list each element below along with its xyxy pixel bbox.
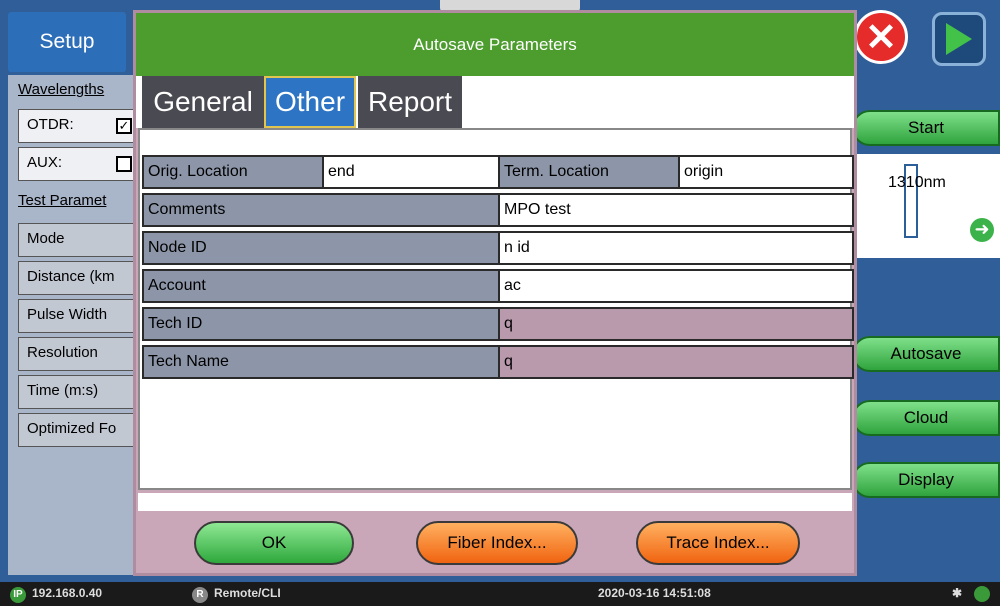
ip-status: IP 192.168.0.40 bbox=[10, 586, 102, 603]
start-button[interactable]: Start bbox=[852, 110, 1000, 146]
tab-other[interactable]: Other bbox=[264, 76, 356, 128]
cloud-button[interactable]: Cloud bbox=[852, 400, 1000, 436]
comments-row: Comments MPO test bbox=[142, 193, 854, 227]
fields-panel: Orig. Location end Term. Location origin… bbox=[138, 128, 854, 490]
close-icon[interactable]: ✕ bbox=[854, 10, 908, 64]
bluetooth-icon: ✱ bbox=[952, 586, 963, 600]
optimized-row[interactable]: Optimized Fo bbox=[18, 413, 144, 447]
right-controls: ✕ Start 1310nm ➜ Autosave Cloud Display bbox=[852, 0, 1000, 580]
pulse-width-row[interactable]: Pulse Width bbox=[18, 299, 144, 333]
dialog-footer-strip bbox=[138, 493, 852, 511]
remote-status: R Remote/CLI bbox=[192, 586, 281, 603]
location-row: Orig. Location end Term. Location origin bbox=[142, 155, 854, 189]
account-field[interactable]: ac bbox=[498, 269, 854, 303]
network-icon bbox=[974, 586, 990, 605]
left-settings-panel: Wavelengths OTDR: ✓ AUX: Test Paramet Mo… bbox=[8, 75, 144, 575]
next-arrow-icon[interactable] bbox=[932, 12, 986, 66]
orig-location-label: Orig. Location bbox=[142, 155, 324, 189]
node-id-field[interactable]: n id bbox=[498, 231, 854, 265]
tech-name-label: Tech Name bbox=[142, 345, 500, 379]
fiber-index-button[interactable]: Fiber Index... bbox=[416, 521, 578, 565]
remote-icon: R bbox=[192, 587, 208, 603]
display-button[interactable]: Display bbox=[852, 462, 1000, 498]
wavelengths-heading: Wavelengths bbox=[18, 81, 105, 98]
dialog-title: Autosave Parameters bbox=[136, 13, 854, 76]
refresh-arrow-icon[interactable]: ➜ bbox=[970, 218, 994, 242]
orig-location-field[interactable]: end bbox=[322, 155, 500, 189]
term-location-field[interactable]: origin bbox=[678, 155, 854, 189]
setup-tab[interactable]: Setup bbox=[8, 12, 126, 72]
test-params-heading: Test Paramet bbox=[18, 192, 107, 209]
mode-row[interactable]: Mode bbox=[18, 223, 144, 257]
comments-field[interactable]: MPO test bbox=[498, 193, 854, 227]
datetime: 2020-03-16 14:51:08 bbox=[598, 586, 711, 600]
status-bar: IP 192.168.0.40 R Remote/CLI 2020-03-16 14… bbox=[0, 582, 1000, 606]
comments-label: Comments bbox=[142, 193, 500, 227]
otdr-checkbox[interactable]: ✓ bbox=[116, 118, 132, 134]
node-id-row: Node ID n id bbox=[142, 231, 854, 265]
tech-id-field[interactable]: q bbox=[498, 307, 854, 341]
aux-checkbox[interactable] bbox=[116, 156, 132, 172]
tab-report[interactable]: Report bbox=[358, 76, 462, 128]
term-location-label: Term. Location bbox=[498, 155, 680, 189]
tab-bar: General Other Report bbox=[136, 76, 854, 128]
wavelength-label: 1310nm bbox=[888, 174, 946, 191]
autosave-button[interactable]: Autosave bbox=[852, 336, 1000, 372]
aux-label: AUX: bbox=[27, 154, 63, 171]
resolution-row[interactable]: Resolution bbox=[18, 337, 144, 371]
ip-icon: IP bbox=[10, 587, 26, 603]
node-id-label: Node ID bbox=[142, 231, 500, 265]
tech-name-row: Tech Name q bbox=[142, 345, 854, 379]
tech-name-field[interactable]: q bbox=[498, 345, 854, 379]
tab-general[interactable]: General bbox=[142, 76, 264, 128]
distance-row[interactable]: Distance (km bbox=[18, 261, 144, 295]
account-row: Account ac bbox=[142, 269, 854, 303]
time-row[interactable]: Time (m:s) bbox=[18, 375, 144, 409]
ok-button[interactable]: OK bbox=[194, 521, 354, 565]
otdr-label: OTDR: bbox=[27, 116, 74, 133]
ip-address: 192.168.0.40 bbox=[32, 586, 103, 600]
wavelength-panel: 1310nm ➜ bbox=[852, 154, 1000, 258]
autosave-parameters-dialog: Autosave Parameters General Other Report… bbox=[133, 10, 857, 576]
account-label: Account bbox=[142, 269, 500, 303]
tech-id-label: Tech ID bbox=[142, 307, 500, 341]
tech-id-row: Tech ID q bbox=[142, 307, 854, 341]
remote-label: Remote/CLI bbox=[214, 586, 281, 600]
trace-index-button[interactable]: Trace Index... bbox=[636, 521, 800, 565]
